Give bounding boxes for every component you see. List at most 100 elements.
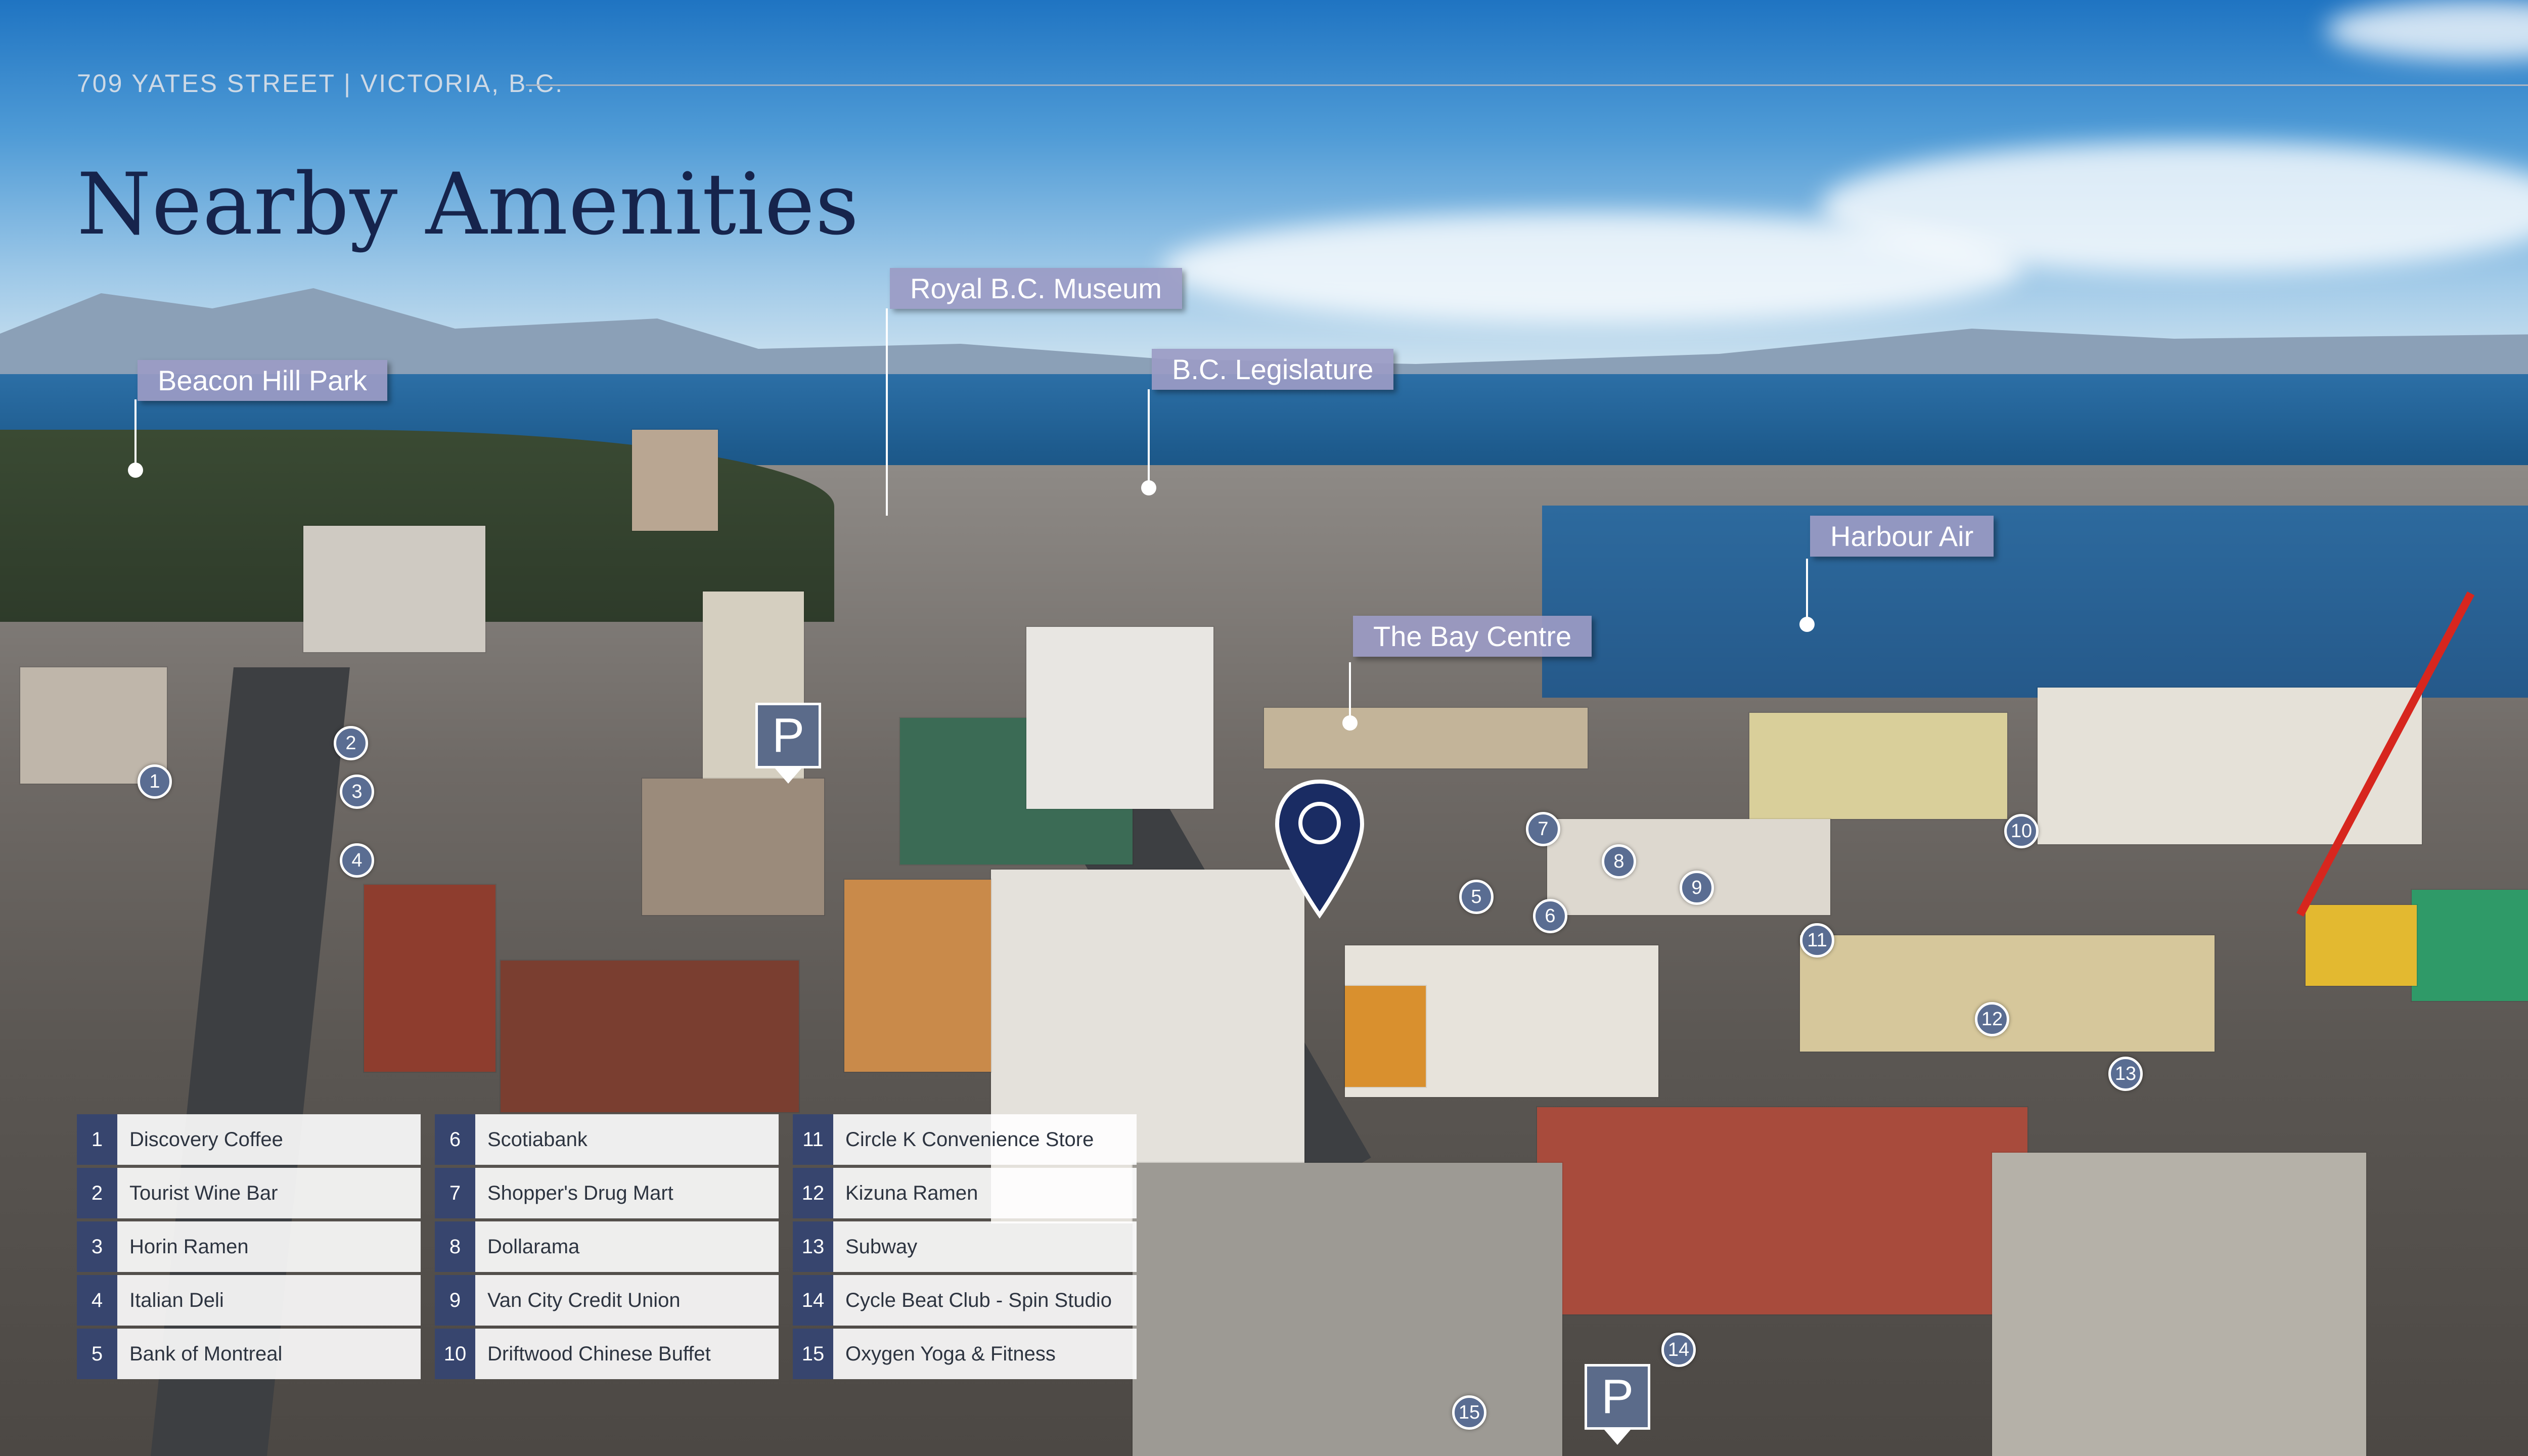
legend-number: 11	[793, 1114, 833, 1165]
inner-harbour	[1542, 506, 2528, 698]
legend-amenity-name: Shopper's Drug Mart	[475, 1168, 779, 1218]
map-marker-11: 11	[1800, 923, 1834, 958]
legend-row: 8 Dollarama	[435, 1221, 779, 1272]
legend-amenity-name: Italian Deli	[117, 1275, 421, 1326]
parking-marker-tail	[1604, 1430, 1631, 1445]
building	[642, 779, 824, 915]
building	[2038, 688, 2422, 844]
legend-row: 10 Driftwood Chinese Buffet	[435, 1329, 779, 1379]
legend-amenity-name: Kizuna Ramen	[833, 1168, 1137, 1218]
legend-amenity-name: Circle K Convenience Store	[833, 1114, 1137, 1165]
legend-number: 13	[793, 1221, 833, 1272]
building	[1345, 986, 1426, 1087]
legend-amenity-name: Tourist Wine Bar	[117, 1168, 421, 1218]
legend-number: 3	[77, 1221, 117, 1272]
legend-row: 7 Shopper's Drug Mart	[435, 1168, 779, 1218]
map-marker-5: 5	[1459, 880, 1494, 914]
legend-number: 12	[793, 1168, 833, 1218]
property-location-pin	[1275, 779, 1365, 919]
leader-line	[886, 308, 888, 516]
map-marker-9: 9	[1680, 871, 1714, 905]
legend-number: 5	[77, 1329, 117, 1379]
legend-number: 2	[77, 1168, 117, 1218]
property-address: 709 YATES STREET | VICTORIA, B.C.	[77, 69, 564, 98]
map-marker-13: 13	[2108, 1057, 2143, 1091]
callout-harbour-air: Harbour Air	[1810, 516, 1994, 557]
legend-row: 3 Horin Ramen	[77, 1221, 421, 1272]
header-divider	[526, 84, 2528, 86]
building	[1537, 1107, 2027, 1314]
construction-site	[2412, 890, 2528, 1001]
landmark-dot	[128, 463, 143, 478]
building	[844, 880, 991, 1072]
landmark-dot	[1799, 617, 1815, 632]
amenities-legend-column-3: 11 Circle K Convenience Store 12 Kizuna …	[793, 1114, 1137, 1382]
map-marker-6: 6	[1533, 899, 1567, 933]
amenities-legend-column-2: 6 Scotiabank 7 Shopper's Drug Mart 8 Dol…	[435, 1114, 779, 1382]
legend-number: 15	[793, 1329, 833, 1379]
landmark-dot	[1141, 480, 1156, 495]
legend-row: 11 Circle K Convenience Store	[793, 1114, 1137, 1165]
building	[1749, 713, 2007, 819]
building	[501, 961, 799, 1112]
legend-amenity-name: Dollarama	[475, 1221, 779, 1272]
map-marker-1: 1	[138, 764, 172, 799]
leader-line	[1349, 662, 1351, 723]
legend-number: 1	[77, 1114, 117, 1165]
map-marker-4: 4	[340, 843, 374, 878]
building	[632, 430, 718, 531]
parking-marker-tail	[775, 768, 801, 784]
bay-centre-building	[1264, 708, 1588, 768]
legend-row: 14 Cycle Beat Club - Spin Studio	[793, 1275, 1137, 1326]
callout-bc-legislature: B.C. Legislature	[1152, 349, 1394, 390]
map-marker-3: 3	[340, 775, 374, 809]
legend-amenity-name: Horin Ramen	[117, 1221, 421, 1272]
map-marker-15: 15	[1452, 1395, 1486, 1430]
legend-number: 8	[435, 1221, 475, 1272]
legend-amenity-name: Driftwood Chinese Buffet	[475, 1329, 779, 1379]
map-marker-2: 2	[334, 726, 368, 760]
scaffolding	[2306, 905, 2417, 986]
legend-row: 5 Bank of Montreal	[77, 1329, 421, 1379]
legend-amenity-name: Bank of Montreal	[117, 1329, 421, 1379]
legend-number: 6	[435, 1114, 475, 1165]
legend-number: 9	[435, 1275, 475, 1326]
legend-row: 9 Van City Credit Union	[435, 1275, 779, 1326]
legend-row: 15 Oxygen Yoga & Fitness	[793, 1329, 1137, 1379]
cibc-building	[1026, 627, 1213, 809]
legend-row: 4 Italian Deli	[77, 1275, 421, 1326]
map-marker-12: 12	[1975, 1002, 2009, 1036]
legend-row: 12 Kizuna Ramen	[793, 1168, 1137, 1218]
map-marker-10: 10	[2004, 814, 2039, 848]
legend-row: 2 Tourist Wine Bar	[77, 1168, 421, 1218]
legend-number: 7	[435, 1168, 475, 1218]
building	[1133, 1163, 1562, 1456]
legend-amenity-name: Discovery Coffee	[117, 1114, 421, 1165]
map-marker-8: 8	[1602, 844, 1636, 879]
parking-marker: P	[1585, 1364, 1650, 1430]
legend-number: 4	[77, 1275, 117, 1326]
page-title: Nearby Amenities	[77, 155, 860, 254]
legend-row: 13 Subway	[793, 1221, 1137, 1272]
leader-line	[134, 399, 137, 470]
parking-marker: P	[755, 703, 821, 768]
amenities-legend-column-1: 1 Discovery Coffee 2 Tourist Wine Bar 3 …	[77, 1114, 421, 1382]
legend-row: 6 Scotiabank	[435, 1114, 779, 1165]
building	[303, 526, 485, 652]
leader-line	[1148, 389, 1150, 490]
callout-bay-centre: The Bay Centre	[1353, 616, 1592, 657]
building	[1800, 935, 2215, 1052]
legend-amenity-name: Scotiabank	[475, 1114, 779, 1165]
legend-amenity-name: Subway	[833, 1221, 1137, 1272]
building	[1992, 1153, 2366, 1456]
legend-number: 14	[793, 1275, 833, 1326]
landmark-dot	[1342, 715, 1358, 731]
callout-beacon-hill-park: Beacon Hill Park	[138, 360, 387, 401]
map-marker-14: 14	[1661, 1333, 1696, 1367]
legend-row: 1 Discovery Coffee	[77, 1114, 421, 1165]
church	[364, 885, 495, 1072]
callout-royal-bc-museum: Royal B.C. Museum	[890, 268, 1182, 309]
legend-amenity-name: Van City Credit Union	[475, 1275, 779, 1326]
building	[20, 667, 167, 784]
legend-amenity-name: Cycle Beat Club - Spin Studio	[833, 1275, 1137, 1326]
